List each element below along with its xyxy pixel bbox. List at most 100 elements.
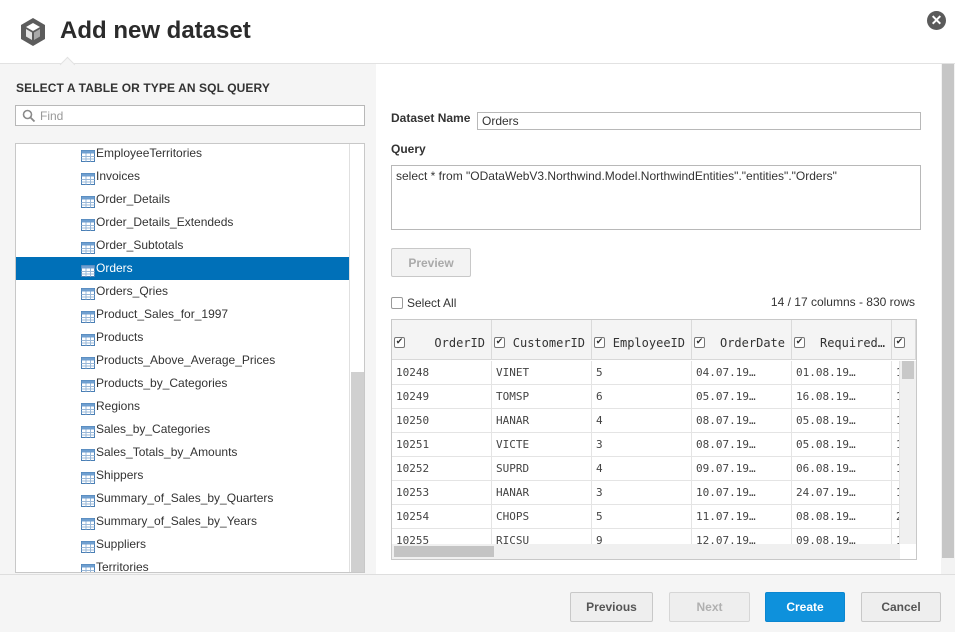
table-list-item[interactable]: Orders — [16, 257, 349, 280]
table-list-item-label: EmployeeTerritories — [96, 146, 203, 160]
grid-cell: 5 — [592, 361, 692, 385]
preview-grid: ✔ OrderID ✔ CustomerID ✔ EmployeeID ✔ OrderDate… — [391, 319, 917, 560]
grid-cell: 1 — [892, 457, 900, 481]
search-input[interactable] — [40, 107, 360, 124]
table-list-item[interactable]: Orders_Qries — [16, 280, 349, 303]
table-list-scroll-thumb[interactable] — [351, 372, 364, 572]
search-icon — [22, 109, 36, 123]
grid-cell: 4 — [592, 409, 692, 433]
grid-cell: 16.08.19… — [792, 385, 892, 409]
table-icon — [81, 262, 95, 277]
grid-cell: 05.07.19… — [692, 385, 792, 409]
table-list-item[interactable]: Territories — [16, 556, 349, 573]
cancel-button[interactable]: Cancel — [861, 592, 941, 622]
grid-cell: 10250 — [392, 409, 492, 433]
grid-cell: TOMSP — [492, 385, 592, 409]
grid-row: 10249TOMSP605.07.19…16.08.19…1 — [392, 385, 900, 409]
grid-cell: VICTE — [492, 433, 592, 457]
column-checkbox-icon[interactable]: ✔ — [594, 337, 605, 348]
table-icon — [81, 147, 95, 162]
table-list-item[interactable]: Products — [16, 326, 349, 349]
column-checkbox-icon[interactable]: ✔ — [394, 337, 405, 348]
table-list-items: EmployeeTerritories Invoices Order_Details… — [16, 144, 349, 573]
select-all-label: Select All — [407, 295, 457, 310]
table-list-item[interactable]: Product_Sales_for_1997 — [16, 303, 349, 326]
table-list-item[interactable]: Order_Details — [16, 188, 349, 211]
grid-cell: 1 — [892, 433, 900, 457]
table-icon — [81, 423, 95, 438]
table-list-item[interactable]: Shippers — [16, 464, 349, 487]
grid-cell: 2 — [892, 505, 900, 529]
section-title: SELECT A TABLE OR TYPE AN SQL QUERY — [16, 81, 270, 95]
preview-button[interactable]: Preview — [391, 248, 471, 277]
grid-column-header[interactable]: ✔ Required… — [792, 320, 892, 360]
column-checkbox-icon[interactable]: ✔ — [694, 337, 705, 348]
table-list-item[interactable]: Suppliers — [16, 533, 349, 556]
select-all-checkbox[interactable]: Select All — [391, 294, 456, 310]
table-list-item-label: Territories — [96, 560, 149, 573]
previous-button[interactable]: Previous — [570, 592, 653, 622]
table-list-item[interactable]: Products_Above_Average_Prices — [16, 349, 349, 372]
table-list-item[interactable]: Sales_by_Categories — [16, 418, 349, 441]
grid-column-header[interactable]: ✔ EmployeeID — [592, 320, 692, 360]
grid-cell: 10252 — [392, 457, 492, 481]
table-list-item[interactable]: Summary_of_Sales_by_Quarters — [16, 487, 349, 510]
grid-cell: 10254 — [392, 505, 492, 529]
grid-cell: 08.08.19… — [792, 505, 892, 529]
table-list-item-label: Order_Details — [96, 192, 171, 206]
column-checkbox-icon[interactable]: ✔ — [494, 337, 505, 348]
table-list-item-label: Order_Subtotals — [96, 238, 184, 252]
table-list-item[interactable]: Regions — [16, 395, 349, 418]
column-checkbox-icon[interactable]: ✔ — [794, 337, 805, 348]
table-list-item[interactable]: Sales_Totals_by_Amounts — [16, 441, 349, 464]
table-list-item[interactable]: Products_by_Categories — [16, 372, 349, 395]
table-list-item-label: Sales_by_Categories — [96, 422, 211, 436]
table-list-item-label: Order_Details_Extendeds — [96, 215, 234, 229]
grid-cell: 08.07.19… — [692, 409, 792, 433]
grid-body: 10248VINET504.07.19…01.08.19…110249TOMSP… — [392, 361, 900, 553]
grid-cell: 08.07.19… — [692, 433, 792, 457]
grid-cell: 1 — [892, 481, 900, 505]
grid-row: 10252SUPRD409.07.19…06.08.19…1 — [392, 457, 900, 481]
grid-cell: 10248 — [392, 361, 492, 385]
grid-cell: HANAR — [492, 409, 592, 433]
table-list-item[interactable]: EmployeeTerritories — [16, 144, 349, 165]
dialog-scroll-thumb[interactable] — [942, 64, 954, 558]
grid-vertical-scroll-thumb[interactable] — [902, 361, 914, 379]
table-list-item-label: Summary_of_Sales_by_Quarters — [96, 491, 274, 505]
dataset-name-input[interactable] — [477, 112, 921, 130]
grid-cell: 1 — [892, 385, 900, 409]
grid-cell: 11.07.19… — [692, 505, 792, 529]
dataset-config-panel: Dataset Name Query select * from "ODataW… — [376, 64, 941, 574]
cube-logo-icon — [21, 18, 45, 46]
grid-column-header[interactable]: ✔ OrderID — [392, 320, 492, 360]
grid-horizontal-scroll-thumb[interactable] — [394, 546, 494, 557]
table-list-item[interactable]: Order_Details_Extendeds — [16, 211, 349, 234]
grid-column-header[interactable]: ✔ — [892, 320, 916, 360]
grid-cell: HANAR — [492, 481, 592, 505]
table-list-item-label: Shippers — [96, 468, 144, 482]
table-list-item-label: Orders_Qries — [96, 284, 169, 298]
table-list-item[interactable]: Invoices — [16, 165, 349, 188]
checkbox-icon[interactable] — [391, 296, 403, 309]
grid-column-header[interactable]: ✔ CustomerID — [492, 320, 592, 360]
close-icon[interactable]: ✕ — [927, 11, 946, 30]
table-icon — [81, 469, 95, 484]
table-list-item-label: Suppliers — [96, 537, 147, 551]
create-button[interactable]: Create — [765, 592, 845, 622]
grid-cell: VINET — [492, 361, 592, 385]
table-icon — [81, 216, 95, 231]
grid-column-header[interactable]: ✔ OrderDate — [692, 320, 792, 360]
table-list: EmployeeTerritories Invoices Order_Details… — [15, 143, 365, 573]
grid-cell: 24.07.19… — [792, 481, 892, 505]
grid-column-label: CustomerID — [512, 336, 585, 350]
table-list-item[interactable]: Order_Subtotals — [16, 234, 349, 257]
table-icon — [81, 561, 95, 572]
grid-cell: 06.08.19… — [792, 457, 892, 481]
grid-vertical-scrollbar[interactable] — [900, 361, 916, 544]
column-checkbox-icon[interactable]: ✔ — [894, 337, 905, 348]
table-list-item[interactable]: Summary_of_Sales_by_Years — [16, 510, 349, 533]
next-button[interactable]: Next — [669, 592, 750, 622]
grid-row: 10253HANAR310.07.19…24.07.19…1 — [392, 481, 900, 505]
query-textarea[interactable]: select * from "ODataWebV3.Northwind.Mode… — [391, 165, 921, 230]
